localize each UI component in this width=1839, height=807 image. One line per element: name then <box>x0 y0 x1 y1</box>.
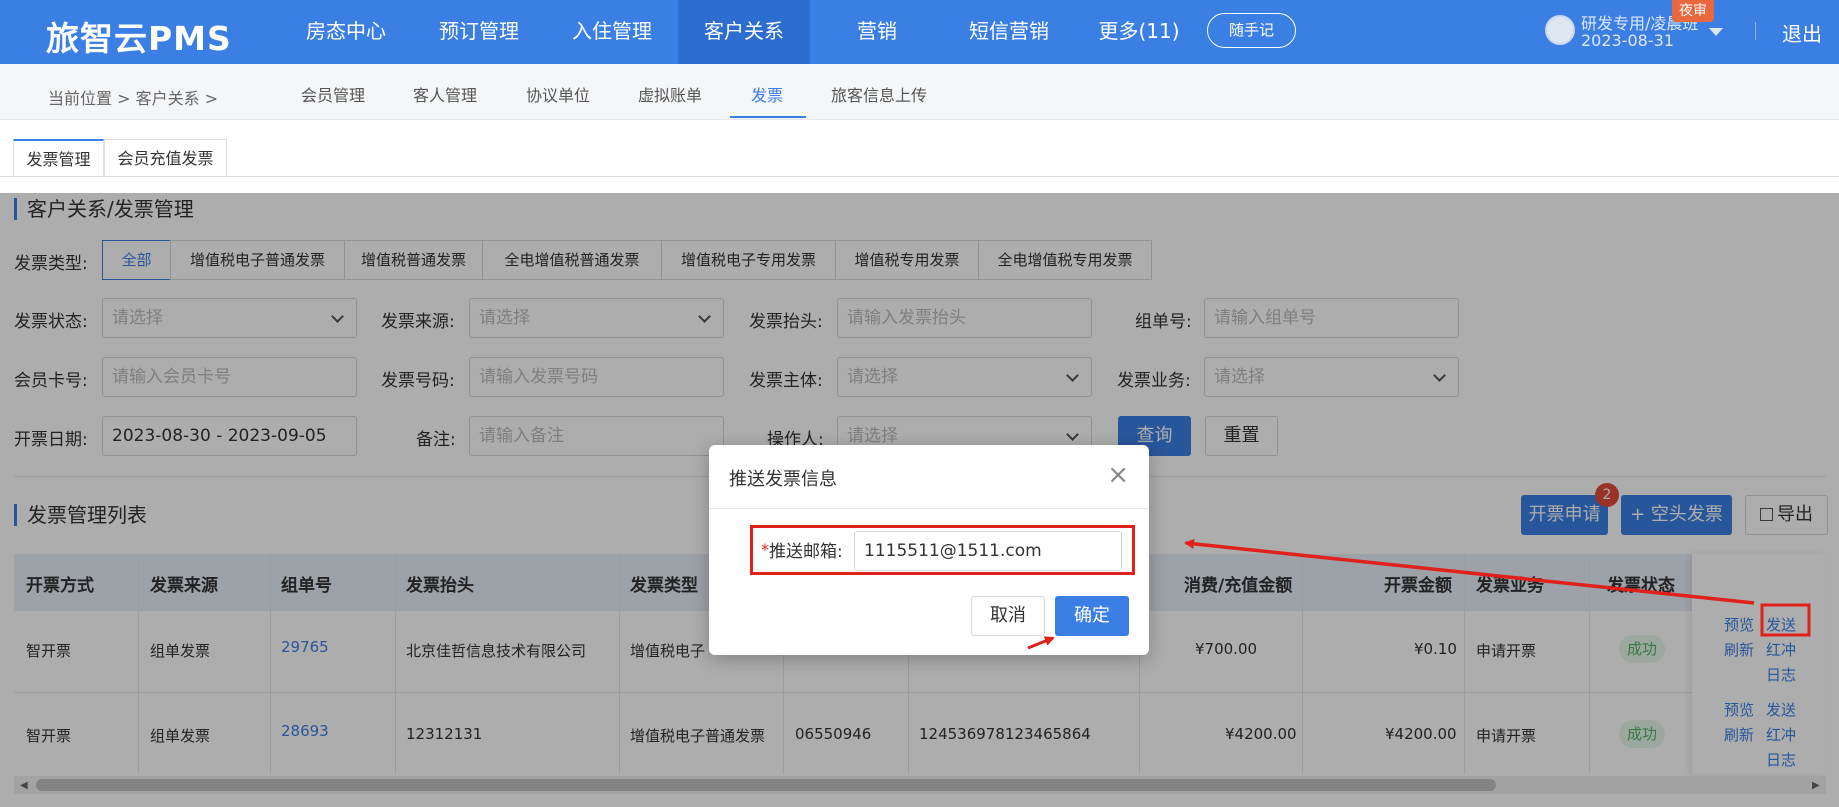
annotation-overlay <box>1027 538 1811 650</box>
annotation-send-highlight <box>1760 603 1811 637</box>
annotation-arrow <box>1184 538 1755 605</box>
annotation-arrow <box>1027 636 1055 650</box>
